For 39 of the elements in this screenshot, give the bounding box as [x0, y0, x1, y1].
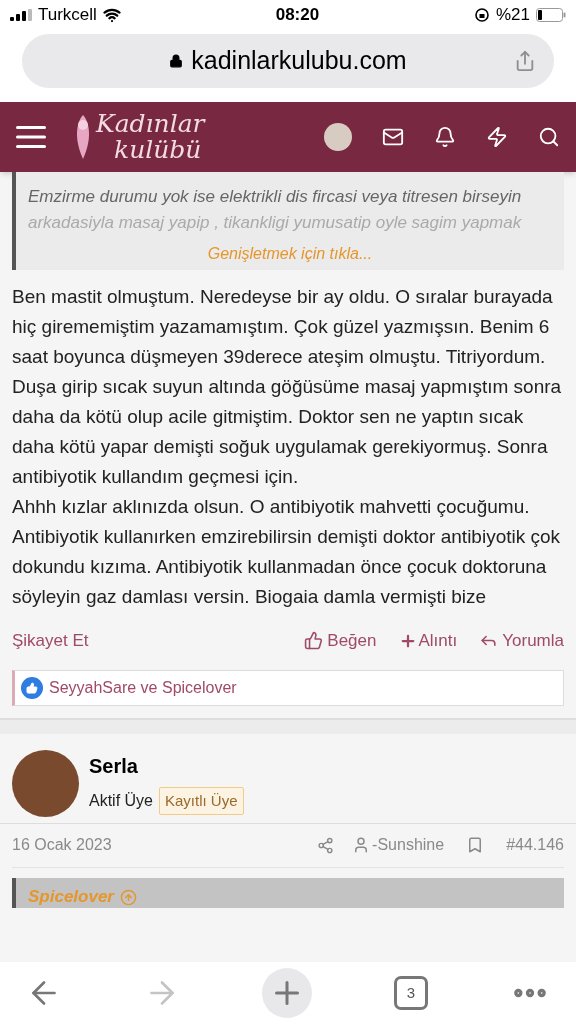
reactions-bar[interactable]: SeyyahSare ve Spicelover: [12, 669, 564, 706]
rotation-lock-icon: [473, 7, 490, 23]
clock: 08:20: [275, 4, 320, 27]
menu-icon[interactable]: [16, 125, 46, 149]
bell-icon[interactable]: [434, 126, 456, 148]
battery-icon: [536, 8, 566, 22]
site-logo[interactable]: Kadınlar kulübü: [96, 111, 205, 163]
quote-button[interactable]: Alıntı: [398, 628, 458, 654]
report-link[interactable]: Şikayet Et: [12, 628, 89, 654]
reactions-text: SeyyahSare ve Spicelover: [49, 677, 237, 698]
post-text: Ahhh kızlar aklınızda olsun. O antibiyotik mahvetti çocuğumu. Antibiyotik kullanırken emzirebilirsin demişti doktor antibiyotik çok dokundu kızıma. Antibiyotik kullanmadan önce çocuk doktoruna söyleyin gaz damlası versin. Biogaia damla vermişti bize: [12, 495, 562, 609]
address-bar[interactable]: kadinlarkulubu.com: [22, 34, 554, 88]
quote-text: arkadasiyla masaj yapip , tikankligi yumusatip oyle sagim yapmak: [28, 212, 523, 234]
url-text: kadinlarkulubu.com: [191, 45, 407, 77]
reply-button[interactable]: Yorumla: [479, 628, 564, 654]
carrier-name: Turkcell: [38, 4, 97, 27]
author-tag[interactable]: -Sunshine: [372, 833, 445, 857]
battery-percent: %21: [495, 4, 530, 27]
share-icon[interactable]: [514, 50, 536, 72]
post-text: Ben mastit olmuştum. Neredeyse bir ay oldu. O sıralar burayada hiç girememiştim yazamamıştım. Çok güzel yazmışsın. Benim 6 saat boyunca düşmeyen 39derece ateşim olmuştu. Titriyordum. Duşa girip sıcak suyun altında göğüsüme masaj yapmıştım sonra daha da kötü olup acile gitmiştim. Doktor sen ne yaptın sıcak daha kötü yapar demişti soğuk uygulamak gerekiyormuş. Sonra antibiyotik kullandım geçmesi için.: [12, 285, 563, 489]
share-icon[interactable]: [317, 836, 335, 854]
signal-icon: [10, 9, 32, 21]
like-reaction-icon: [21, 676, 43, 699]
lock-icon: [169, 54, 184, 68]
like-button[interactable]: Beğen: [304, 628, 377, 654]
avatar[interactable]: [324, 123, 352, 151]
post-number[interactable]: #44.146: [506, 833, 564, 857]
user-badge: Kayıtlı Üye: [159, 786, 244, 816]
new-tab-button[interactable]: [262, 968, 312, 1018]
wifi-icon: [102, 6, 121, 24]
username[interactable]: Serla: [89, 750, 244, 781]
user-title: Aktif Üye: [89, 791, 153, 811]
post-date: 16 Ocak 2023: [12, 835, 112, 855]
lightning-icon[interactable]: [486, 126, 508, 148]
thumbs-up-icon: [304, 631, 324, 651]
search-icon[interactable]: [538, 126, 560, 148]
tabs-button[interactable]: 3: [394, 976, 428, 1010]
mail-icon[interactable]: [382, 126, 404, 148]
quote-text: Emzirme durumu yok ise elektrikli dis fircasi veya titresen birseyin: [28, 186, 523, 208]
